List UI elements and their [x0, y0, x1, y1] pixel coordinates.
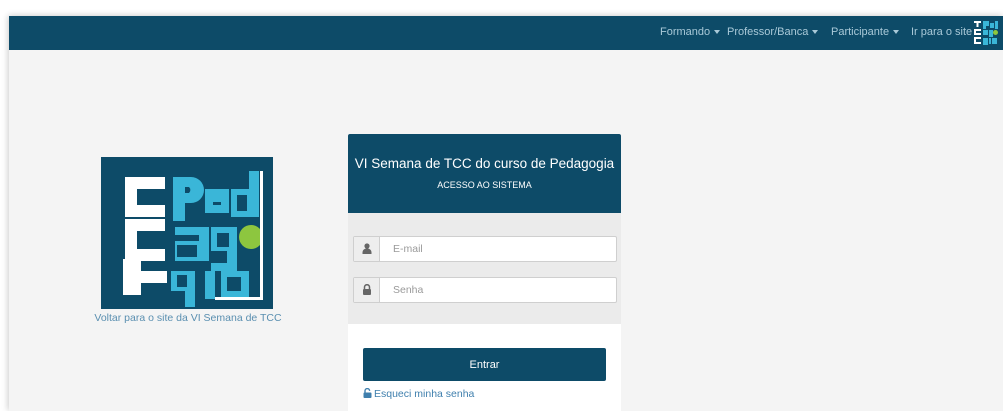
password-addon [354, 278, 380, 302]
nav-participante-label: Participante [831, 26, 890, 38]
lock-icon [363, 284, 371, 295]
user-icon [362, 243, 372, 254]
caret-down-icon [893, 30, 900, 35]
password-input-group [353, 277, 617, 303]
email-input[interactable] [381, 237, 616, 261]
back-to-site-link[interactable]: Voltar para o site da VI Semana de TCC [93, 312, 283, 324]
nav-formando-dropdown[interactable]: Formando [660, 26, 721, 38]
caret-down-icon [714, 30, 721, 35]
tcc-pedagogia-logo[interactable] [101, 157, 273, 309]
nav-ir-para-o-site-link[interactable]: Ir para o site [911, 26, 972, 38]
nav-professor-banca-dropdown[interactable]: Professor/Banca [727, 26, 819, 38]
password-input[interactable] [381, 278, 616, 302]
email-addon [354, 237, 380, 261]
login-card: VI Semana de TCC do curso de Pedagogia A… [348, 134, 621, 411]
top-navbar: Formando Professor/Banca Participante Ir… [9, 16, 1003, 50]
login-submit-button[interactable]: Entrar [363, 348, 606, 381]
forgot-password-link[interactable]: Esqueci minha senha [363, 387, 475, 400]
logo-green-dot [239, 225, 263, 249]
nav-formando-label: Formando [660, 26, 711, 38]
tcc-pedagogia-small-logo-icon[interactable] [973, 19, 999, 47]
caret-down-icon [812, 30, 819, 35]
unlock-icon [363, 387, 372, 398]
nav-professor-banca-label: Professor/Banca [727, 26, 809, 38]
page-frame: Formando Professor/Banca Participante Ir… [9, 16, 1003, 411]
login-card-header: VI Semana de TCC do curso de Pedagogia A… [348, 134, 621, 213]
nav-participante-dropdown[interactable]: Participante [831, 26, 900, 38]
nav-ir-para-o-site-label: Ir para o site [911, 26, 973, 38]
login-subtitle: ACESSO AO SISTEMA [437, 180, 532, 190]
forgot-password-label: Esqueci minha senha [374, 388, 475, 400]
email-input-group [353, 236, 617, 262]
login-form-body [348, 213, 621, 324]
login-title: VI Semana de TCC do curso de Pedagogia [354, 156, 615, 171]
